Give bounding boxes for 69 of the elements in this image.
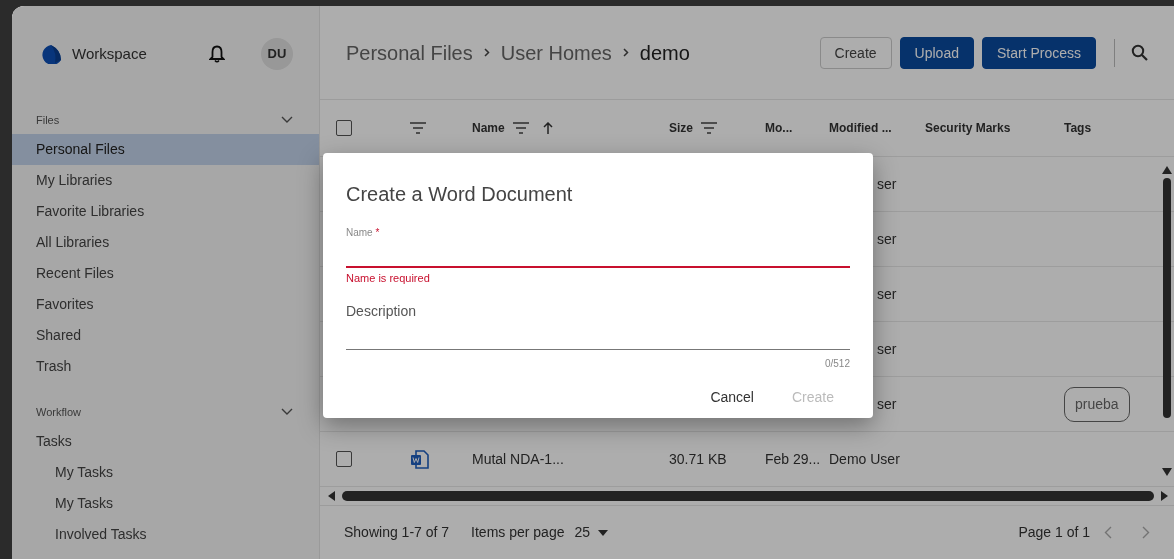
caret-down-icon bbox=[598, 529, 609, 536]
column-header[interactable]: Mo... bbox=[765, 119, 793, 137]
table-cell: ser bbox=[877, 395, 897, 412]
page-indicator: Page 1 of 1 bbox=[1018, 523, 1090, 542]
scroll-up-icon[interactable] bbox=[1162, 166, 1172, 174]
sidebar-item[interactable]: Favorites bbox=[12, 289, 319, 320]
sidebar-item[interactable]: Recent Files bbox=[12, 258, 319, 289]
section-title: Files bbox=[36, 112, 60, 128]
sidebar-item[interactable]: Trash bbox=[12, 351, 319, 382]
filter-icon[interactable] bbox=[701, 122, 717, 134]
column-header[interactable]: Size bbox=[669, 119, 693, 137]
breadcrumb-item[interactable]: Personal Files bbox=[346, 37, 473, 68]
items-per-page-dropdown[interactable]: 25 bbox=[574, 522, 609, 543]
pagination-summary: Showing 1-7 of 7 bbox=[344, 523, 450, 542]
field-label: Description bbox=[346, 301, 418, 321]
scroll-right-icon[interactable] bbox=[1160, 491, 1168, 501]
user-avatar[interactable]: DU bbox=[261, 38, 293, 70]
vertical-scrollbar[interactable] bbox=[1163, 178, 1171, 418]
sidebar-item[interactable]: Involved Tasks bbox=[12, 519, 319, 550]
word-document-icon bbox=[410, 450, 429, 470]
table-cell: Demo User bbox=[829, 450, 900, 467]
sidebar-item[interactable]: My Libraries bbox=[12, 165, 319, 196]
chevron-down-icon[interactable] bbox=[281, 408, 293, 416]
chevron-right-icon bbox=[483, 48, 490, 57]
brand-name: Workspace bbox=[72, 43, 148, 64]
notifications-icon[interactable] bbox=[209, 45, 225, 63]
header-button[interactable]: Upload bbox=[899, 36, 974, 69]
column-header[interactable]: Name bbox=[472, 119, 505, 137]
table-cell: ser bbox=[877, 175, 897, 192]
items-per-page-label: Items per page bbox=[471, 523, 565, 542]
tag-chip[interactable]: prueba bbox=[1064, 386, 1130, 422]
table-cell: ser bbox=[877, 230, 897, 247]
sidebar-item[interactable]: Tasks bbox=[12, 426, 319, 457]
error-message: Name is required bbox=[346, 271, 431, 286]
search-icon[interactable] bbox=[1131, 44, 1148, 61]
table-cell: 30.71 KB bbox=[669, 450, 727, 467]
header-button[interactable]: Create bbox=[819, 36, 892, 69]
breadcrumb-item: demo bbox=[639, 40, 690, 66]
chevron-right-icon bbox=[622, 48, 629, 57]
scroll-down-icon[interactable] bbox=[1162, 468, 1172, 476]
file-name[interactable]: Mutal NDA-1... bbox=[472, 450, 564, 467]
column-header[interactable]: Tags bbox=[1064, 119, 1092, 137]
section-title: Workflow bbox=[36, 404, 82, 420]
dialog-title: Create a Word Document bbox=[346, 182, 574, 207]
character-counter: 0/512 bbox=[824, 357, 850, 369]
sort-ascending-icon[interactable] bbox=[542, 122, 553, 134]
horizontal-scrollbar[interactable] bbox=[342, 491, 1154, 501]
sidebar-item[interactable]: All Libraries bbox=[12, 227, 319, 258]
header-button[interactable]: Start Process bbox=[981, 36, 1096, 69]
filter-icon[interactable] bbox=[512, 122, 529, 134]
sidebar-item[interactable]: My Tasks bbox=[12, 457, 319, 488]
field-label: Name * bbox=[346, 226, 381, 240]
dialog-button[interactable]: Cancel bbox=[710, 386, 754, 408]
table-cell: ser bbox=[877, 285, 897, 302]
select-all-checkbox[interactable] bbox=[336, 120, 352, 136]
scroll-left-icon[interactable] bbox=[328, 491, 336, 501]
sidebar-item[interactable]: Shared bbox=[12, 320, 319, 351]
column-header[interactable]: Modified ... bbox=[829, 119, 892, 137]
table-cell: ser bbox=[877, 340, 897, 357]
sidebar-item[interactable]: My Tasks bbox=[12, 488, 319, 519]
table-cell: Feb 29... bbox=[765, 450, 821, 467]
filter-icon[interactable] bbox=[410, 122, 426, 134]
breadcrumb-item[interactable]: User Homes bbox=[500, 37, 612, 68]
chevron-down-icon[interactable] bbox=[281, 116, 293, 124]
sidebar-item[interactable]: Personal Files bbox=[12, 134, 319, 165]
row-checkbox[interactable] bbox=[336, 451, 352, 467]
column-header[interactable]: Security Marks bbox=[925, 119, 1011, 137]
sidebar-item[interactable]: Favorite Libraries bbox=[12, 196, 319, 227]
logo-icon bbox=[40, 44, 62, 64]
